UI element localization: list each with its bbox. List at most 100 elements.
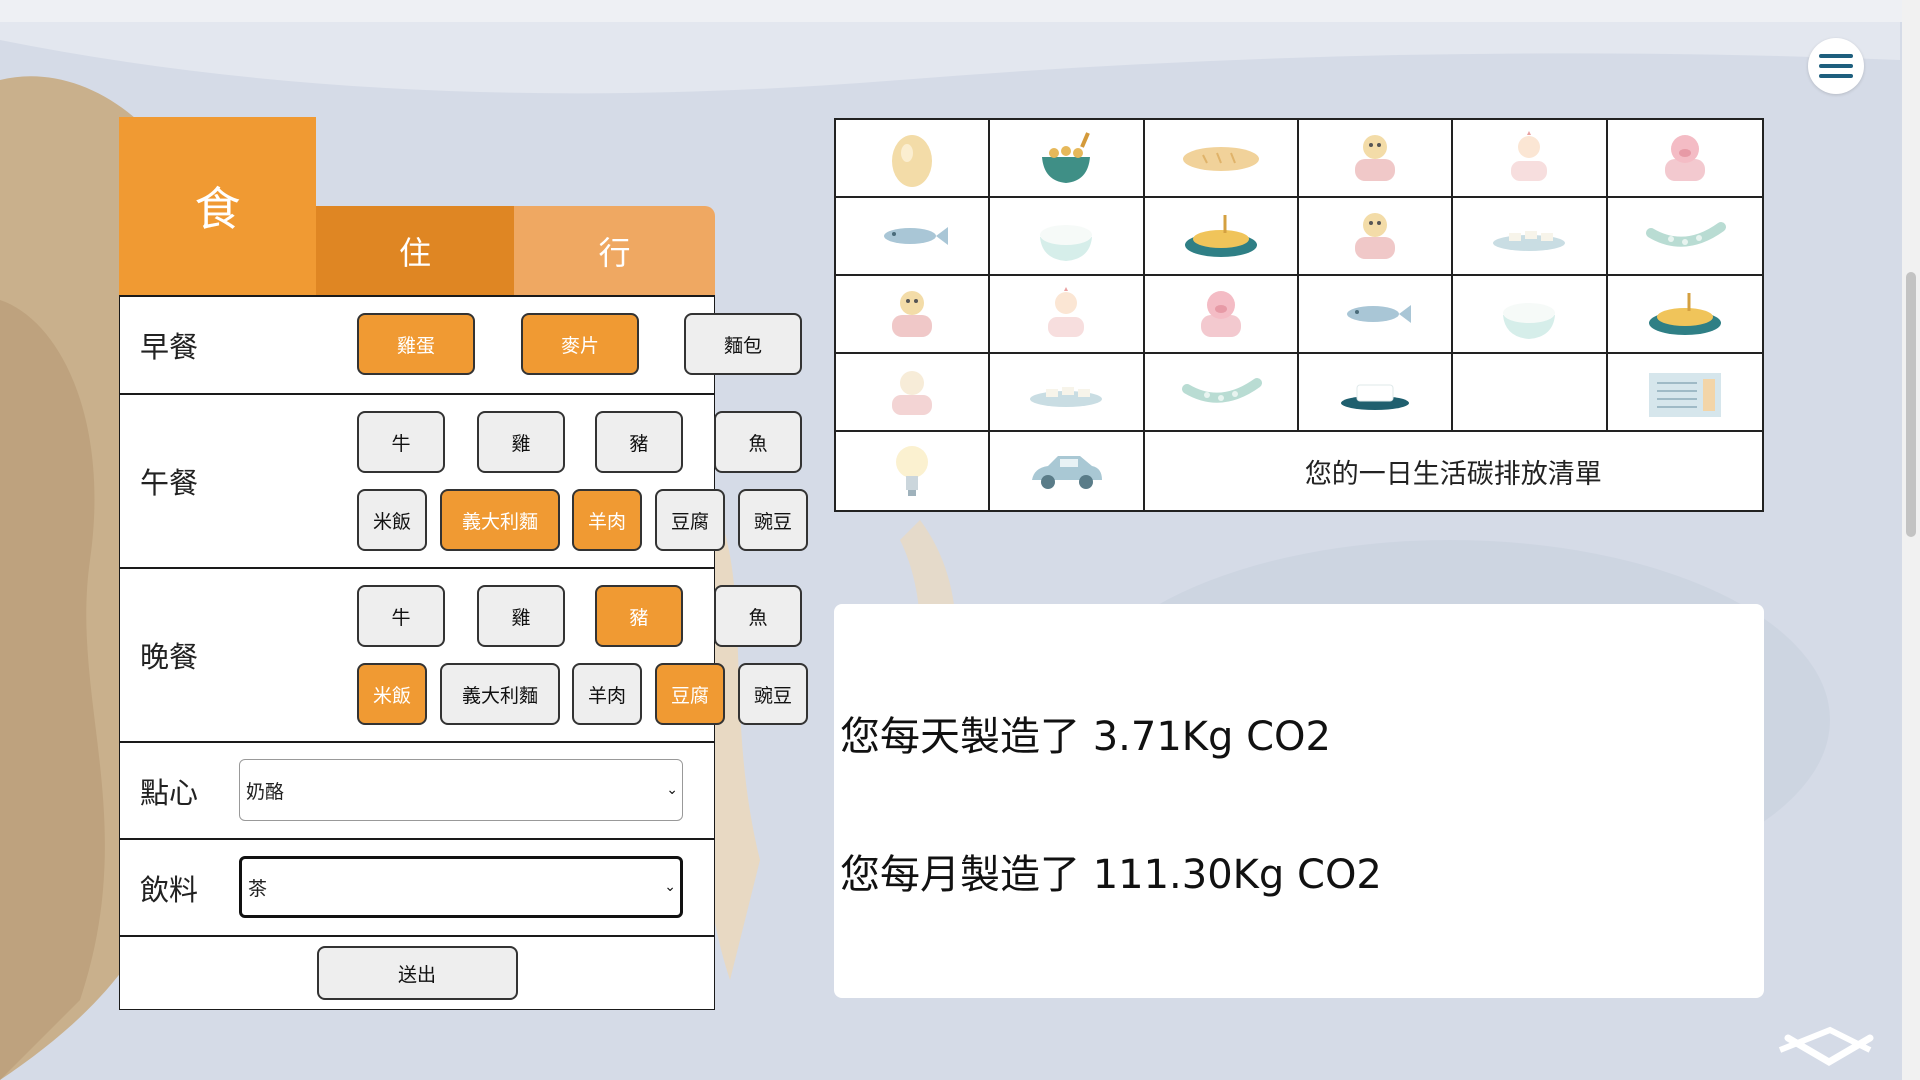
grid-cell xyxy=(1298,276,1454,354)
grid-cell xyxy=(1453,354,1608,432)
lunch-option-peas[interactable]: 豌豆 xyxy=(738,489,808,551)
pork-icon xyxy=(1200,291,1241,337)
breakfast-label: 早餐 xyxy=(140,330,199,364)
grid-cell xyxy=(1453,198,1608,276)
drink-row: 飲料 茶 ⌄ xyxy=(120,838,714,935)
peas-icon xyxy=(1181,378,1262,403)
lunch-option-chicken[interactable]: 雞 xyxy=(477,411,565,473)
tab-housing[interactable]: 住 xyxy=(316,206,514,295)
lunch-option-rice[interactable]: 米飯 xyxy=(357,489,427,551)
lamb-icon xyxy=(892,371,933,415)
tab-food[interactable]: 食 xyxy=(119,117,316,295)
page-scrollbar[interactable] xyxy=(1902,0,1920,1080)
rice-icon xyxy=(1040,225,1093,261)
result-panel xyxy=(834,604,1764,998)
pasta-icon xyxy=(1184,215,1257,257)
menu-button[interactable] xyxy=(1808,38,1864,94)
drink-select-value: 茶 xyxy=(248,877,268,900)
dinner-option-peas[interactable]: 豌豆 xyxy=(738,663,808,725)
drink-select[interactable]: 茶 ⌄ xyxy=(239,856,683,918)
dinner-option-lamb[interactable]: 羊肉 xyxy=(572,663,642,725)
grid-cell xyxy=(1144,120,1299,198)
daily-emission-text: 您每天製造了 3.71Kg CO2 xyxy=(840,714,1331,760)
cheese-icon xyxy=(1341,384,1410,410)
tofu-icon xyxy=(1030,387,1103,407)
lunch-option-fish[interactable]: 魚 xyxy=(714,411,802,473)
chevron-down-icon: ⌄ xyxy=(666,782,678,798)
grid-cell xyxy=(1607,276,1762,354)
food-form: 食 住 行 早餐 雞蛋 麥片 麵包 午餐 牛 雞 豬 魚 米飯 義大利麵 羊肉 xyxy=(119,117,808,1010)
snack-label: 點心 xyxy=(140,775,199,810)
top-strip xyxy=(0,0,1902,22)
grid-cell xyxy=(836,276,991,354)
lunch-option-lamb[interactable]: 羊肉 xyxy=(572,489,642,551)
grid-cell xyxy=(1144,276,1299,354)
lunch-option-beef[interactable]: 牛 xyxy=(357,411,445,473)
beef-icon xyxy=(1355,213,1396,259)
chicken-icon xyxy=(1511,131,1548,181)
grid-cell xyxy=(1607,120,1762,198)
grid-cell xyxy=(990,120,1145,198)
breakfast-option-bread[interactable]: 麵包 xyxy=(684,313,802,375)
grid-cell xyxy=(1298,354,1454,432)
cereal-bowl-icon xyxy=(1042,132,1091,183)
chevron-down-icon[interactable] xyxy=(1784,1030,1874,1070)
dinner-option-beef[interactable]: 牛 xyxy=(357,585,445,647)
dinner-option-rice[interactable]: 米飯 xyxy=(357,663,427,725)
beef-icon xyxy=(1355,135,1396,181)
dinner-option-fish[interactable]: 魚 xyxy=(714,585,802,647)
dinner-option-pork[interactable]: 豬 xyxy=(595,585,683,647)
lunch-options: 牛 雞 豬 魚 米飯 義大利麵 羊肉 豆腐 豌豆 xyxy=(239,395,808,567)
snack-select[interactable]: 奶酪 ⌄ xyxy=(239,759,683,821)
lunch-label: 午餐 xyxy=(140,466,199,500)
lunch-row: 午餐 牛 雞 豬 魚 米飯 義大利麵 羊肉 豆腐 豌豆 xyxy=(120,393,808,567)
grid-cell xyxy=(1607,198,1762,276)
grid-cell xyxy=(990,276,1145,354)
fish-icon xyxy=(884,227,949,245)
breakfast-option-egg[interactable]: 雞蛋 xyxy=(357,313,475,375)
peas-icon xyxy=(1645,222,1726,247)
grid-cell xyxy=(836,120,991,198)
grid-cell xyxy=(836,432,991,510)
chicken-icon xyxy=(1048,287,1085,337)
snack-select-value: 奶酪 xyxy=(246,780,285,803)
pork-icon xyxy=(1664,135,1705,181)
grid-cell xyxy=(990,198,1145,276)
drink-label: 飲料 xyxy=(140,872,199,907)
egg-icon xyxy=(892,135,933,187)
breakfast-option-cereal[interactable]: 麥片 xyxy=(521,313,639,375)
grid-cell xyxy=(990,354,1145,432)
meal-table: 早餐 雞蛋 麥片 麵包 午餐 牛 雞 豬 魚 米飯 義大利麵 羊肉 豆腐 豌豆 xyxy=(119,295,808,1010)
snack-select-wrap: 奶酪 ⌄ xyxy=(239,743,714,838)
snack-row: 點心 奶酪 ⌄ xyxy=(120,741,714,838)
lunch-option-pasta[interactable]: 義大利麵 xyxy=(440,489,560,551)
scrollbar-thumb[interactable] xyxy=(1906,272,1916,537)
tab-transport[interactable]: 行 xyxy=(514,206,715,295)
grid-cell xyxy=(1298,198,1454,276)
lunch-option-tofu[interactable]: 豆腐 xyxy=(655,489,725,551)
dinner-label: 晚餐 xyxy=(140,640,199,674)
lunch-option-pork[interactable]: 豬 xyxy=(595,411,683,473)
grid-cell xyxy=(836,198,991,276)
drink-select-wrap: 茶 ⌄ xyxy=(239,840,714,935)
grid-cell xyxy=(836,354,991,432)
dinner-row: 晚餐 牛 雞 豬 魚 米飯 義大利麵 羊肉 豆腐 豌豆 xyxy=(120,567,808,741)
dinner-option-tofu[interactable]: 豆腐 xyxy=(655,663,725,725)
grid-cell xyxy=(1607,354,1762,432)
category-tabs: 食 住 行 xyxy=(119,117,715,295)
fish-icon xyxy=(1347,305,1412,323)
dinner-option-pasta[interactable]: 義大利麵 xyxy=(440,663,560,725)
chevron-down-icon: ⌄ xyxy=(664,879,676,895)
emission-summary-title: 您的一日生活碳排放清單 xyxy=(1304,458,1602,490)
monthly-emission-text: 您每月製造了 111.30Kg CO2 xyxy=(840,852,1382,898)
light-bulb-icon xyxy=(896,446,929,496)
dinner-option-chicken[interactable]: 雞 xyxy=(477,585,565,647)
bread-icon xyxy=(1182,147,1259,171)
grid-cell xyxy=(1453,276,1608,354)
grid-cell xyxy=(1144,198,1299,276)
breakfast-row: 早餐 雞蛋 麥片 麵包 xyxy=(120,295,802,393)
beef-icon xyxy=(892,291,933,337)
emission-icon-grid: 您的一日生活碳排放清單 xyxy=(834,118,1764,512)
submit-button[interactable]: 送出 xyxy=(316,946,518,1000)
tofu-icon xyxy=(1493,231,1566,251)
